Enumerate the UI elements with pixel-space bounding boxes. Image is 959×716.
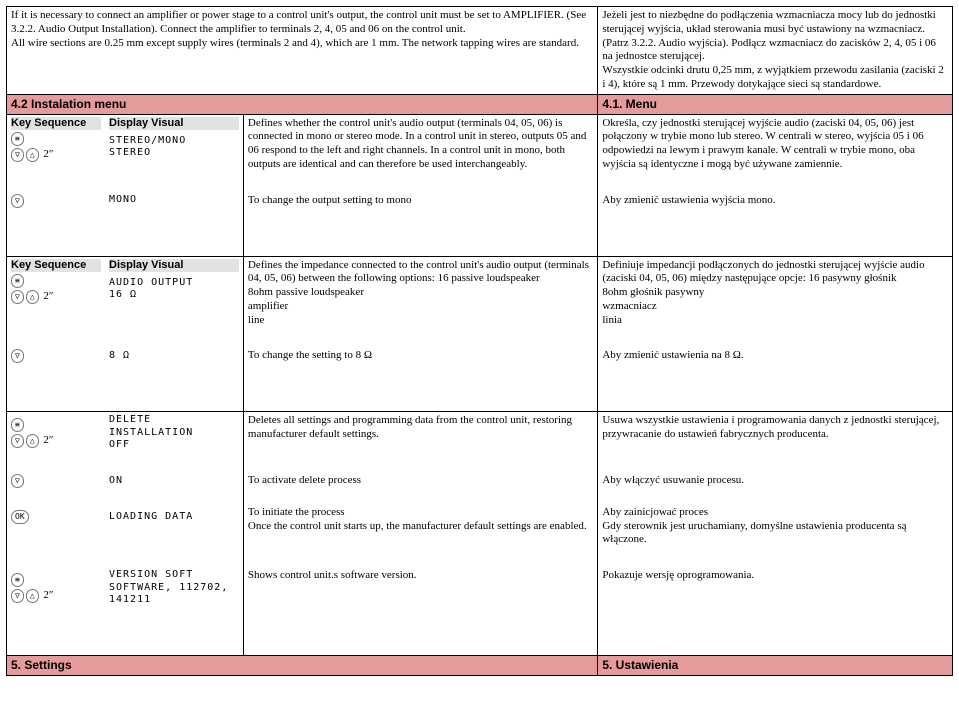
down-key-icon: ▽ bbox=[11, 290, 24, 304]
up-key-icon: △ bbox=[26, 290, 39, 304]
vis-audio16: Key Sequence Display Visual ≡ ▽△ 2″ AUDI… bbox=[7, 256, 244, 329]
row1-en: Defines whether the control unit's audio… bbox=[243, 114, 597, 174]
row6-en: To activate delete process bbox=[243, 454, 597, 490]
vis-version: ≡ ▽△ 2″ VERSION SOFT SOFTWARE, 112702, 1… bbox=[7, 549, 244, 655]
intro-pl: Jeżeli jest to niezbędne do podłączenia … bbox=[598, 7, 953, 95]
down-key-icon: ▽ bbox=[11, 474, 24, 488]
vis-deleteoff: ≡ ▽△ 2″ DELETE INSTALLATION OFF bbox=[7, 412, 244, 454]
row8-pl: Pokazuje wersję oprogramowania. bbox=[598, 549, 953, 655]
vis-on: ▽ ON bbox=[7, 454, 244, 490]
up-key-icon: △ bbox=[26, 589, 39, 603]
row3-pl: Definiuje impedancji podłączonych do jed… bbox=[598, 256, 953, 329]
down-key-icon: ▽ bbox=[11, 349, 24, 363]
down-key-icon: ▽ bbox=[11, 589, 24, 603]
up-key-icon: △ bbox=[26, 148, 39, 162]
section-settings-en: 5. Settings bbox=[7, 655, 598, 675]
vis-mono: ▽ MONO bbox=[7, 174, 244, 257]
row2-pl: Aby zmienić ustawienia wyjścia mono. bbox=[598, 174, 953, 257]
manual-table: If it is necessary to connect an amplifi… bbox=[6, 6, 953, 676]
vis-loading: OK LOADING DATA bbox=[7, 490, 244, 549]
row7-pl: Aby zainicjować proces Gdy sterownik jes… bbox=[598, 490, 953, 549]
row8-en: Shows control unit.s software version. bbox=[243, 549, 597, 655]
row3-en: Defines the impedance connected to the c… bbox=[243, 256, 597, 329]
down-key-icon: ▽ bbox=[11, 434, 24, 448]
down-key-icon: ▽ bbox=[11, 148, 24, 162]
intro-en: If it is necessary to connect an amplifi… bbox=[7, 7, 598, 95]
row4-pl: Aby zmienić ustawienia na 8 Ω. bbox=[598, 329, 953, 412]
up-key-icon: △ bbox=[26, 434, 39, 448]
menu-key-icon: ≡ bbox=[11, 418, 24, 432]
section-install-en: 4.2 Instalation menu bbox=[7, 94, 598, 114]
row1-pl: Określa, czy jednostki sterującej wyjści… bbox=[598, 114, 953, 174]
vis-stereo-mono: Key Sequence Display Visual ≡ ▽△ 2″ STER… bbox=[7, 114, 244, 174]
section-install-pl: 4.1. Menu bbox=[598, 94, 953, 114]
ok-key-icon: OK bbox=[11, 510, 29, 524]
down-key-icon: ▽ bbox=[11, 194, 24, 208]
row2-en: To change the output setting to mono bbox=[243, 174, 597, 257]
row6-pl: Aby włączyć usuwanie procesu. bbox=[598, 454, 953, 490]
section-settings-pl: 5. Ustawienia bbox=[598, 655, 953, 675]
menu-key-icon: ≡ bbox=[11, 573, 24, 587]
menu-key-icon: ≡ bbox=[11, 274, 24, 288]
row5-en: Deletes all settings and programming dat… bbox=[243, 412, 597, 454]
menu-key-icon: ≡ bbox=[11, 132, 24, 146]
row4-en: To change the setting to 8 Ω bbox=[243, 329, 597, 412]
vis-8ohm: ▽ 8 Ω bbox=[7, 329, 244, 412]
row7-en: To initiate the process Once the control… bbox=[243, 490, 597, 549]
row5-pl: Usuwa wszystkie ustawienia i programowan… bbox=[598, 412, 953, 454]
